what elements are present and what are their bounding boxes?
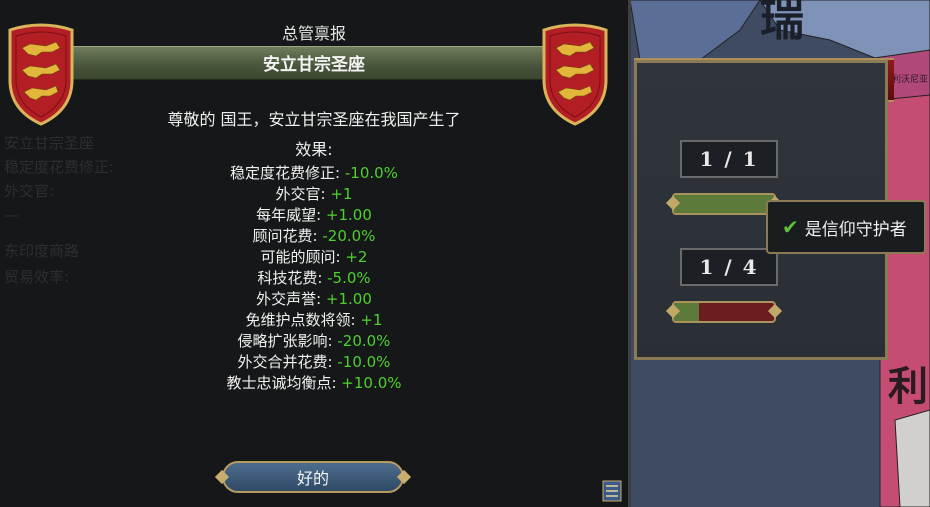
progress-bar-1 (672, 193, 776, 215)
ok-button[interactable]: 好的 (222, 461, 404, 493)
progress-bar-2 (672, 301, 776, 323)
effect-row: 稳定度花费修正: -10.0% (230, 164, 398, 182)
event-dialog: 总管禀报 安立甘宗圣座 安立甘宗圣座 稳定度花费修正: 外交官: — 东印度商路… (0, 0, 631, 507)
effect-row: 外交官: +1 (275, 185, 353, 203)
map-label-livonia-large: 利 (888, 363, 928, 410)
defender-of-faith-tooltip: ✔ 是信仰守护者 (766, 200, 926, 254)
ledger-icon[interactable] (602, 480, 622, 502)
map-label-sweden: 瑞 (760, 0, 804, 46)
effect-row: 可能的顾问: +2 (260, 248, 368, 266)
window-title: 总管禀报 (281, 24, 346, 43)
effects-list: 稳定度花费修正: -10.0% 外交官: +1 每年威望: +1.00 顾问花费… (0, 163, 628, 394)
effects-header: 效果: (295, 140, 333, 159)
tooltip-text: 是信仰守护者 (804, 219, 907, 240)
effect-row: 教士忠诚均衡点: +10.0% (226, 374, 402, 392)
counter-defender-of-faith: 1 / 1 (680, 140, 778, 178)
effect-row: 每年威望: +1.00 (256, 206, 372, 224)
effect-row: 外交声誉: +1.00 (256, 290, 372, 308)
effect-row: 外交合并花费: -10.0% (237, 353, 391, 371)
checkmark-icon: ✔ (782, 215, 799, 239)
effect-row: 科技花费: -5.0% (257, 269, 371, 287)
effect-row: 免维护点数将领: +1 (245, 311, 383, 329)
event-description: 尊敬的 国王，安立甘宗圣座在我国产生了 (167, 110, 461, 129)
effect-row: 顾问花费: -20.0% (252, 227, 376, 245)
map-label-livonia-small: 利沃尼亚 (892, 73, 928, 85)
effect-row: 侵略扩张影响: -20.0% (237, 332, 391, 350)
event-title: 安立甘宗圣座 (263, 55, 365, 75)
counter-slots: 1 / 4 (680, 248, 778, 286)
